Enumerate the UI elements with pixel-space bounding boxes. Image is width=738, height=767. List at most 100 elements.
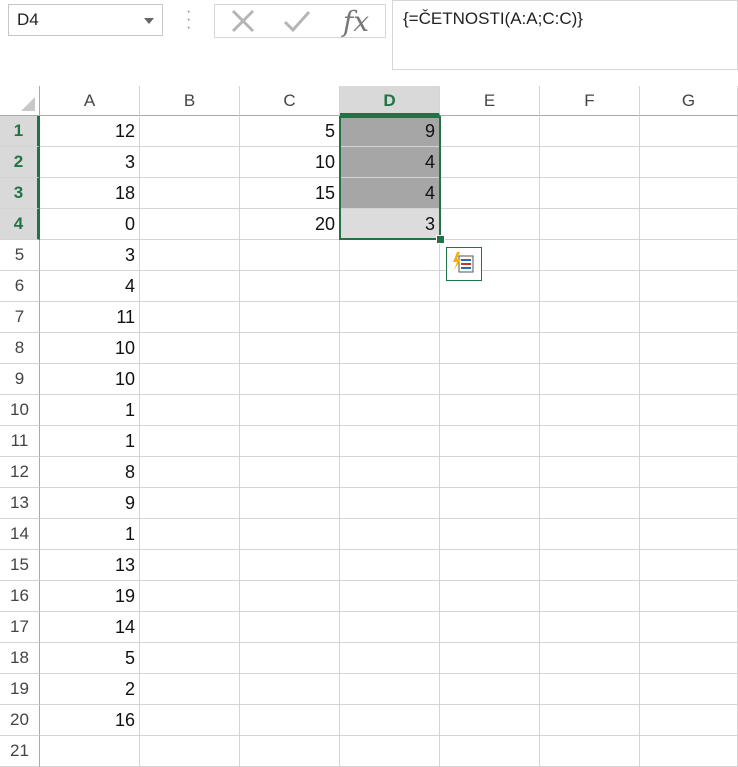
cell-a13[interactable]: 9	[40, 488, 140, 519]
cell-d1[interactable]: 9	[340, 116, 440, 147]
cell-a6[interactable]: 4	[40, 271, 140, 302]
cell-c19[interactable]	[240, 674, 340, 705]
cell-c15[interactable]	[240, 550, 340, 581]
quick-analysis-button[interactable]	[446, 247, 482, 281]
cell-b14[interactable]	[140, 519, 240, 550]
cell-b13[interactable]	[140, 488, 240, 519]
cell-c1[interactable]: 5	[240, 116, 340, 147]
row-header-18[interactable]: 18	[0, 643, 40, 674]
cell-c18[interactable]	[240, 643, 340, 674]
cell-e2[interactable]	[440, 147, 540, 178]
cell-b3[interactable]	[140, 178, 240, 209]
cell-g9[interactable]	[640, 364, 738, 395]
cell-c13[interactable]	[240, 488, 340, 519]
cell-g17[interactable]	[640, 612, 738, 643]
cell-c8[interactable]	[240, 333, 340, 364]
cell-g15[interactable]	[640, 550, 738, 581]
column-header-g[interactable]: G	[640, 86, 738, 116]
cell-f5[interactable]	[540, 240, 640, 271]
cell-a7[interactable]: 11	[40, 302, 140, 333]
column-header-e[interactable]: E	[440, 86, 540, 116]
cell-f11[interactable]	[540, 426, 640, 457]
row-header-19[interactable]: 19	[0, 674, 40, 705]
cell-d5[interactable]	[340, 240, 440, 271]
column-header-a[interactable]: A	[40, 86, 140, 116]
cell-g18[interactable]	[640, 643, 738, 674]
cell-a19[interactable]: 2	[40, 674, 140, 705]
cell-f2[interactable]	[540, 147, 640, 178]
cell-g21[interactable]	[640, 736, 738, 767]
cell-g6[interactable]	[640, 271, 738, 302]
cell-e18[interactable]	[440, 643, 540, 674]
name-box[interactable]: D4	[8, 4, 163, 36]
cell-g11[interactable]	[640, 426, 738, 457]
row-header-4[interactable]: 4	[0, 209, 40, 240]
cell-e15[interactable]	[440, 550, 540, 581]
cell-f18[interactable]	[540, 643, 640, 674]
row-header-8[interactable]: 8	[0, 333, 40, 364]
row-header-14[interactable]: 14	[0, 519, 40, 550]
cell-b2[interactable]	[140, 147, 240, 178]
cell-g8[interactable]	[640, 333, 738, 364]
cell-d3[interactable]: 4	[340, 178, 440, 209]
cell-b16[interactable]	[140, 581, 240, 612]
cell-g13[interactable]	[640, 488, 738, 519]
cell-e11[interactable]	[440, 426, 540, 457]
formula-input[interactable]: {=ČETNOSTI(A:A;C:C)}	[392, 0, 738, 70]
cell-d9[interactable]	[340, 364, 440, 395]
cell-g10[interactable]	[640, 395, 738, 426]
cell-f10[interactable]	[540, 395, 640, 426]
cell-a12[interactable]: 8	[40, 457, 140, 488]
cell-a3[interactable]: 18	[40, 178, 140, 209]
cell-e10[interactable]	[440, 395, 540, 426]
cell-e21[interactable]	[440, 736, 540, 767]
row-header-7[interactable]: 7	[0, 302, 40, 333]
cell-b20[interactable]	[140, 705, 240, 736]
cell-f20[interactable]	[540, 705, 640, 736]
cell-g14[interactable]	[640, 519, 738, 550]
cell-b8[interactable]	[140, 333, 240, 364]
row-header-16[interactable]: 16	[0, 581, 40, 612]
cell-e20[interactable]	[440, 705, 540, 736]
cell-f16[interactable]	[540, 581, 640, 612]
cell-c7[interactable]	[240, 302, 340, 333]
cell-g1[interactable]	[640, 116, 738, 147]
cell-b9[interactable]	[140, 364, 240, 395]
cell-d16[interactable]	[340, 581, 440, 612]
fill-handle[interactable]	[436, 235, 445, 244]
cell-b15[interactable]	[140, 550, 240, 581]
cell-d4[interactable]: 3	[340, 209, 440, 240]
cell-f17[interactable]	[540, 612, 640, 643]
cell-a8[interactable]: 10	[40, 333, 140, 364]
row-header-21[interactable]: 21	[0, 736, 40, 767]
row-header-9[interactable]: 9	[0, 364, 40, 395]
cell-a10[interactable]: 1	[40, 395, 140, 426]
row-header-20[interactable]: 20	[0, 705, 40, 736]
cell-c21[interactable]	[240, 736, 340, 767]
cell-d20[interactable]	[340, 705, 440, 736]
cell-a5[interactable]: 3	[40, 240, 140, 271]
column-header-b[interactable]: B	[140, 86, 240, 116]
cell-b21[interactable]	[140, 736, 240, 767]
column-header-c[interactable]: C	[240, 86, 340, 116]
cell-d14[interactable]	[340, 519, 440, 550]
cell-e4[interactable]	[440, 209, 540, 240]
cell-a16[interactable]: 19	[40, 581, 140, 612]
cell-b1[interactable]	[140, 116, 240, 147]
cell-e12[interactable]	[440, 457, 540, 488]
cell-f6[interactable]	[540, 271, 640, 302]
cell-b18[interactable]	[140, 643, 240, 674]
cell-c5[interactable]	[240, 240, 340, 271]
row-header-3[interactable]: 3	[0, 178, 40, 209]
cell-b4[interactable]	[140, 209, 240, 240]
cell-e16[interactable]	[440, 581, 540, 612]
cell-g2[interactable]	[640, 147, 738, 178]
cell-g16[interactable]	[640, 581, 738, 612]
row-header-10[interactable]: 10	[0, 395, 40, 426]
cell-e1[interactable]	[440, 116, 540, 147]
cell-a11[interactable]: 1	[40, 426, 140, 457]
cell-e8[interactable]	[440, 333, 540, 364]
cell-b6[interactable]	[140, 271, 240, 302]
cell-b5[interactable]	[140, 240, 240, 271]
cell-d7[interactable]	[340, 302, 440, 333]
